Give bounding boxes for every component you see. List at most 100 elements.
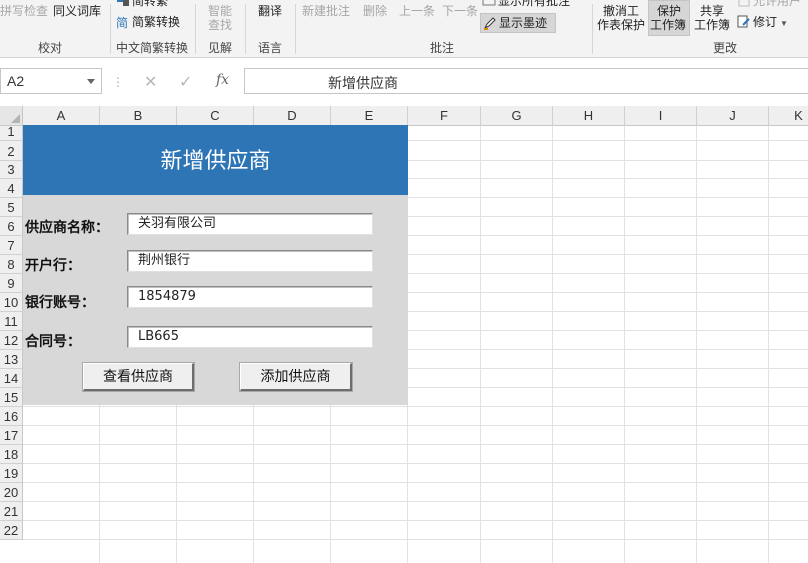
row-header[interactable]: 1 [0,126,23,141]
column-header[interactable]: K [769,106,808,126]
row-header[interactable]: 19 [0,464,23,483]
gridline [23,520,808,521]
row-header[interactable]: 9 [0,274,23,293]
show-all-comments-label: 显示所有批注 [498,0,571,8]
account-input[interactable]: 1854879 [127,286,373,308]
comments-icon [482,0,496,6]
gridline [23,425,808,426]
row-header[interactable]: 8 [0,255,23,274]
column-header[interactable]: A [23,106,100,126]
smart-lookup-button-line1[interactable]: 智能 [208,4,232,18]
row-header[interactable]: 15 [0,388,23,407]
comments-group-label: 批注 [430,41,455,55]
share-workbook-button-line1[interactable]: 共享 [700,4,724,18]
show-all-comments-button[interactable]: 显示所有批注 [482,0,570,8]
delete-comment-button[interactable]: 删除 [363,4,387,18]
gridline [23,406,808,407]
prev-comment-button[interactable]: 上一条 [399,4,435,18]
new-comment-button[interactable]: 新建批注 [302,4,350,18]
row-header[interactable]: 7 [0,236,23,255]
allow-users-icon [738,0,750,7]
gridline [768,126,769,563]
cancel-icon[interactable]: ✕ [144,72,157,92]
thesaurus-button[interactable]: 同义词库 [53,4,101,18]
changes-group-label: 更改 [713,41,738,55]
gridline [23,482,808,483]
row-header[interactable]: 22 [0,521,23,540]
select-all-corner[interactable] [0,106,23,126]
enter-icon[interactable]: ✓ [179,72,192,92]
row-header[interactable]: 11 [0,312,23,331]
simp-trad-convert-button[interactable]: 简简繁转换 [116,15,180,29]
gridline [23,463,808,464]
row-header[interactable]: 5 [0,198,23,217]
row-header[interactable]: 3 [0,161,23,179]
form-title-banner: 新增供应商 [23,125,408,195]
pen-icon [483,17,496,30]
column-header[interactable]: B [100,106,177,126]
to-traditional-button[interactable]: 简转繁 [116,0,168,8]
convert-settings-icon: 简 [116,16,128,29]
show-ink-button[interactable]: 显示墨迹 [483,16,547,30]
column-header[interactable]: F [408,106,481,126]
supplier-name-input[interactable]: 关羽有限公司 [127,213,373,235]
column-header[interactable]: H [553,106,625,126]
ribbon-separator [110,4,111,54]
column-header[interactable]: E [331,106,408,126]
spell-check-button[interactable]: 拼写检查 [0,4,48,18]
proofing-group-label: 校对 [38,41,63,55]
row-header[interactable]: 17 [0,426,23,445]
protect-workbook-button-line1[interactable]: 保护 [657,4,681,18]
smart-lookup-button-line2[interactable]: 查找 [208,18,232,32]
row-header[interactable]: 13 [0,350,23,369]
name-box-value: A2 [7,73,25,89]
row-header[interactable]: 2 [0,141,23,161]
row-header[interactable]: 18 [0,445,23,464]
track-changes-button[interactable]: 修订 ▼ [737,15,788,31]
row-header[interactable]: 4 [0,179,23,198]
column-header[interactable]: C [177,106,254,126]
svg-text:简: 简 [116,16,128,29]
insights-group-label: 见解 [208,41,233,55]
ribbon: 拼写检查 同义词库 校对 简转繁 简简繁转换 中文简繁转换 智能 查找 见解 翻… [0,0,808,58]
column-header[interactable]: D [254,106,331,126]
column-header[interactable]: G [481,106,553,126]
column-header[interactable]: I [625,106,697,126]
row-header[interactable]: 20 [0,483,23,502]
allow-users-edit-button[interactable]: 允许用户 [737,0,801,8]
next-comment-button[interactable]: 下一条 [442,4,478,18]
gridline [23,444,808,445]
bank-input[interactable]: 荆州银行 [127,250,373,272]
row-header[interactable]: 16 [0,407,23,426]
row-header[interactable]: 21 [0,502,23,521]
row-header[interactable]: 12 [0,331,23,350]
bank-label: 开户行： [25,258,81,274]
supplier-form-panel: 新增供应商 供应商名称： 关羽有限公司 开户行： 荆州银行 银行账号： 1854… [23,125,408,405]
add-supplier-button[interactable]: 添加供应商 [239,362,353,392]
simp-trad-convert-label: 简繁转换 [132,15,181,29]
chevron-down-icon[interactable] [87,79,95,84]
name-box[interactable]: A2 [0,68,102,94]
drag-handle-icon[interactable]: ⋮ [112,75,124,89]
to-traditional-label: 简转繁 [132,0,169,8]
row-header[interactable]: 14 [0,369,23,388]
unprotect-sheet-button-line1[interactable]: 撤消工 [603,4,639,18]
row-header[interactable]: 6 [0,217,23,236]
contract-label: 合同号： [25,334,81,350]
column-header[interactable]: J [697,106,769,126]
gridline [624,126,625,563]
insert-function-icon[interactable]: fx [216,72,229,88]
translate-button[interactable]: 翻译 [258,4,282,18]
ribbon-separator [245,4,246,54]
unprotect-sheet-button-line2[interactable]: 作表保护 [597,18,645,32]
gridline [552,126,553,563]
view-supplier-button[interactable]: 查看供应商 [82,362,195,392]
share-workbook-button-line2[interactable]: 工作簿 [694,18,730,32]
contract-input[interactable]: LB665 [127,326,373,348]
row-header[interactable]: 10 [0,293,23,312]
protect-workbook-button-line2[interactable]: 工作簿 [650,18,686,32]
gridline [23,501,808,502]
account-label: 银行账号： [25,295,95,311]
gridline [480,126,481,563]
convert-icon [117,0,129,6]
